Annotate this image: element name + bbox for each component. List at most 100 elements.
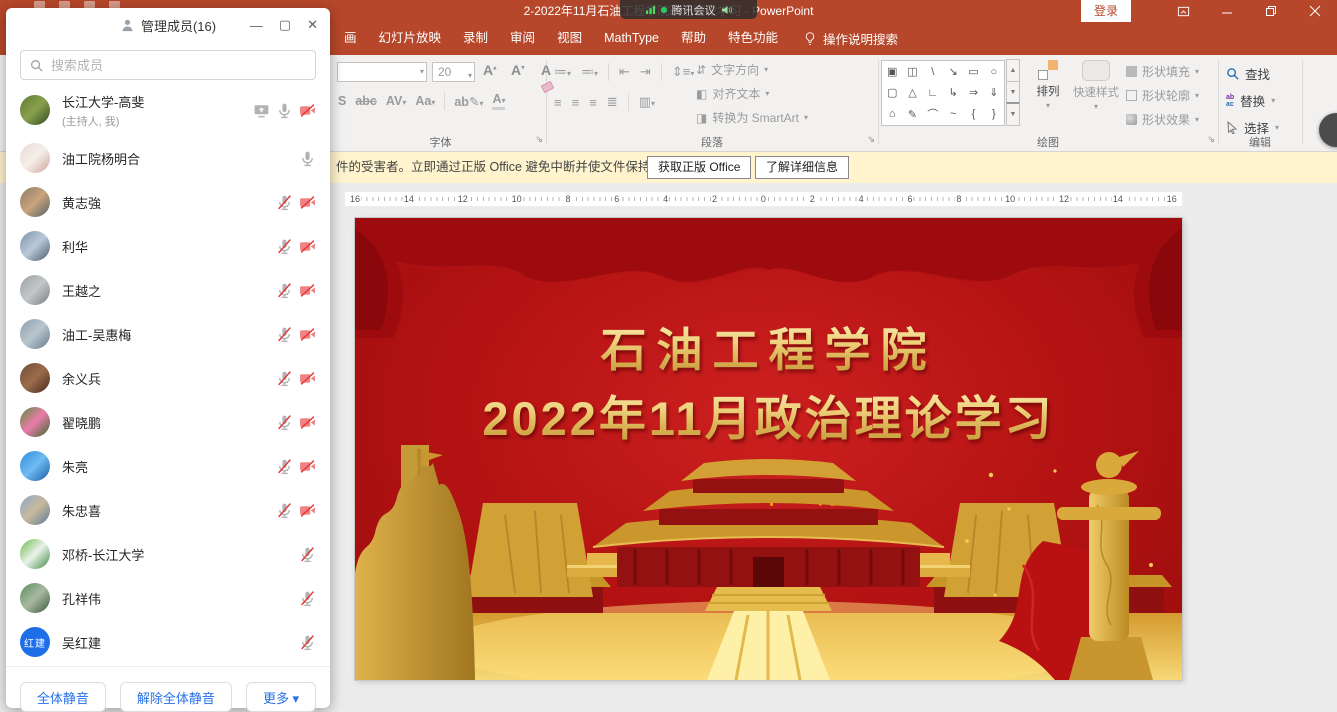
- character-spacing-icon[interactable]: AV▾: [386, 94, 406, 108]
- panel-minimize-icon[interactable]: —: [250, 18, 263, 33]
- convert-smartart-button[interactable]: ◨转换为 SmartArt▾: [696, 109, 808, 126]
- numbering-icon[interactable]: ≕▾: [581, 64, 598, 80]
- cam-muted-icon[interactable]: [299, 238, 316, 255]
- shape-fill-button[interactable]: 形状填充▾: [1126, 63, 1199, 80]
- tab-2[interactable]: 录制: [452, 22, 499, 55]
- tab-3[interactable]: 审阅: [499, 22, 546, 55]
- tab-6[interactable]: 帮助: [670, 22, 717, 55]
- mic-on-icon[interactable]: [276, 102, 293, 119]
- font-color-icon[interactable]: A▾: [492, 93, 505, 110]
- member-row[interactable]: 油工-吴惠梅: [6, 312, 330, 356]
- justify-icon[interactable]: ≣: [607, 94, 618, 110]
- align-right-icon[interactable]: ≡: [589, 95, 597, 110]
- screen-share-icon[interactable]: [253, 102, 270, 119]
- font-size-combo[interactable]: 20▾: [432, 62, 475, 82]
- scribble-icon[interactable]: ✎: [902, 104, 922, 125]
- mic-muted-icon[interactable]: [299, 590, 316, 607]
- align-left-icon[interactable]: ≡: [554, 95, 562, 110]
- mic-muted-icon[interactable]: [276, 370, 293, 387]
- tab-0[interactable]: 画: [333, 22, 368, 55]
- member-row[interactable]: 翟晓鹏: [6, 400, 330, 444]
- unmute-all-button[interactable]: 解除全体静音: [120, 682, 232, 712]
- vertical-textbox-icon[interactable]: ◫: [902, 61, 922, 82]
- member-row[interactable]: 王越之: [6, 268, 330, 312]
- align-center-icon[interactable]: ≡: [572, 95, 580, 110]
- member-search-input[interactable]: [49, 57, 306, 74]
- line-icon[interactable]: \: [923, 61, 943, 82]
- mic-muted-icon[interactable]: [276, 326, 293, 343]
- member-row[interactable]: 孔祥伟: [6, 576, 330, 620]
- line-arrow-icon[interactable]: ↘: [943, 61, 963, 82]
- align-text-button[interactable]: ◧对齐文本▾: [696, 85, 808, 102]
- highlight-color-icon[interactable]: ab✎▾: [454, 94, 483, 109]
- member-row[interactable]: 长江大学-高斐(主持人, 我): [6, 84, 330, 136]
- mic-muted-icon[interactable]: [276, 458, 293, 475]
- cam-muted-icon[interactable]: [299, 414, 316, 431]
- mute-all-button[interactable]: 全体静音: [20, 682, 106, 712]
- bullets-icon[interactable]: ≔▾: [554, 64, 571, 80]
- shapes-gallery[interactable]: ▣◫\↘▭○▢△∟↳⇒⇓⌂✎⌒~{}: [881, 60, 1005, 126]
- cam-muted-icon[interactable]: [299, 502, 316, 519]
- member-row[interactable]: 黄志強: [6, 180, 330, 224]
- tab-5[interactable]: MathType: [593, 22, 670, 55]
- slide[interactable]: 石油工程学院 2022年11月政治理论学习 2022年11月: [355, 218, 1182, 680]
- find-button[interactable]: 查找: [1226, 64, 1270, 83]
- shape-outline-button[interactable]: 形状轮廓▾: [1126, 87, 1199, 104]
- restore-icon[interactable]: [1249, 0, 1293, 22]
- ribbon-display-options-icon[interactable]: [1161, 0, 1205, 22]
- close-icon[interactable]: [1293, 0, 1337, 22]
- member-row[interactable]: 邓桥-长江大学: [6, 532, 330, 576]
- member-row[interactable]: 红建吴红建: [6, 620, 330, 664]
- replace-button[interactable]: abac 替换▾: [1226, 91, 1275, 110]
- textbox-icon[interactable]: ▣: [882, 61, 902, 82]
- cam-muted-icon[interactable]: [299, 102, 316, 119]
- member-row[interactable]: 余义兵: [6, 356, 330, 400]
- member-row[interactable]: 油工院杨明合: [6, 136, 330, 180]
- signin-button[interactable]: 登录: [1081, 0, 1131, 22]
- elbow-connector-icon[interactable]: ∟: [923, 82, 943, 103]
- rectangle-icon[interactable]: ▭: [963, 61, 983, 82]
- get-genuine-office-button[interactable]: 获取正版 Office: [647, 156, 751, 179]
- font-dialog-launcher[interactable]: ⇘: [535, 134, 543, 145]
- text-direction-button[interactable]: ⇵文字方向▾: [696, 61, 808, 78]
- decrease-indent-icon[interactable]: ⇤: [619, 64, 630, 80]
- cam-muted-icon[interactable]: [299, 282, 316, 299]
- tab-4[interactable]: 视图: [546, 22, 593, 55]
- mic-muted-icon[interactable]: [276, 194, 293, 211]
- mic-muted-icon[interactable]: [276, 502, 293, 519]
- member-row[interactable]: 朱忠喜: [6, 488, 330, 532]
- cam-muted-icon[interactable]: [299, 370, 316, 387]
- arc-icon[interactable]: ⌒: [923, 104, 943, 125]
- shapes-gallery-scrollbar[interactable]: ▲▼▼: [1006, 60, 1020, 126]
- mic-muted-icon[interactable]: [276, 238, 293, 255]
- member-row[interactable]: 朱亮: [6, 444, 330, 488]
- quick-styles-button[interactable]: 快速样式▾: [1070, 60, 1122, 112]
- triangle-icon[interactable]: △: [902, 82, 922, 103]
- columns-icon[interactable]: ▥▾: [639, 94, 655, 110]
- arrange-button[interactable]: 排列▾: [1030, 60, 1066, 111]
- cam-muted-icon[interactable]: [299, 458, 316, 475]
- increase-indent-icon[interactable]: ⇥: [640, 64, 651, 80]
- meeting-status-bar[interactable]: 腾讯会议: [620, 0, 757, 19]
- curve-icon[interactable]: ~: [943, 104, 963, 125]
- member-search-box[interactable]: [20, 50, 316, 80]
- strikethrough-icon[interactable]: abc: [355, 94, 377, 108]
- cam-muted-icon[interactable]: [299, 194, 316, 211]
- minimize-icon[interactable]: [1205, 0, 1249, 22]
- tab-7[interactable]: 特色功能: [717, 22, 789, 55]
- mic-muted-icon[interactable]: [299, 634, 316, 651]
- right-arrow-icon[interactable]: ⇒: [963, 82, 983, 103]
- member-row[interactable]: 利华: [6, 224, 330, 268]
- panel-maximize-icon[interactable]: ▢: [279, 17, 291, 33]
- right-brace-icon[interactable]: }: [984, 104, 1004, 125]
- tab-1[interactable]: 幻灯片放映: [368, 22, 453, 55]
- tell-me-search[interactable]: 操作说明搜索: [803, 29, 898, 48]
- panel-close-icon[interactable]: ✕: [307, 17, 318, 33]
- font-name-combo[interactable]: ▾: [337, 62, 427, 82]
- down-arrow-icon[interactable]: ⇓: [984, 82, 1004, 103]
- line-spacing-icon[interactable]: ⇕≡▾: [672, 64, 695, 80]
- mic-muted-icon[interactable]: [276, 414, 293, 431]
- freeform-icon[interactable]: ⌂: [882, 104, 902, 125]
- learn-more-button[interactable]: 了解详细信息: [755, 156, 849, 179]
- more-button[interactable]: 更多 ▾: [246, 682, 316, 712]
